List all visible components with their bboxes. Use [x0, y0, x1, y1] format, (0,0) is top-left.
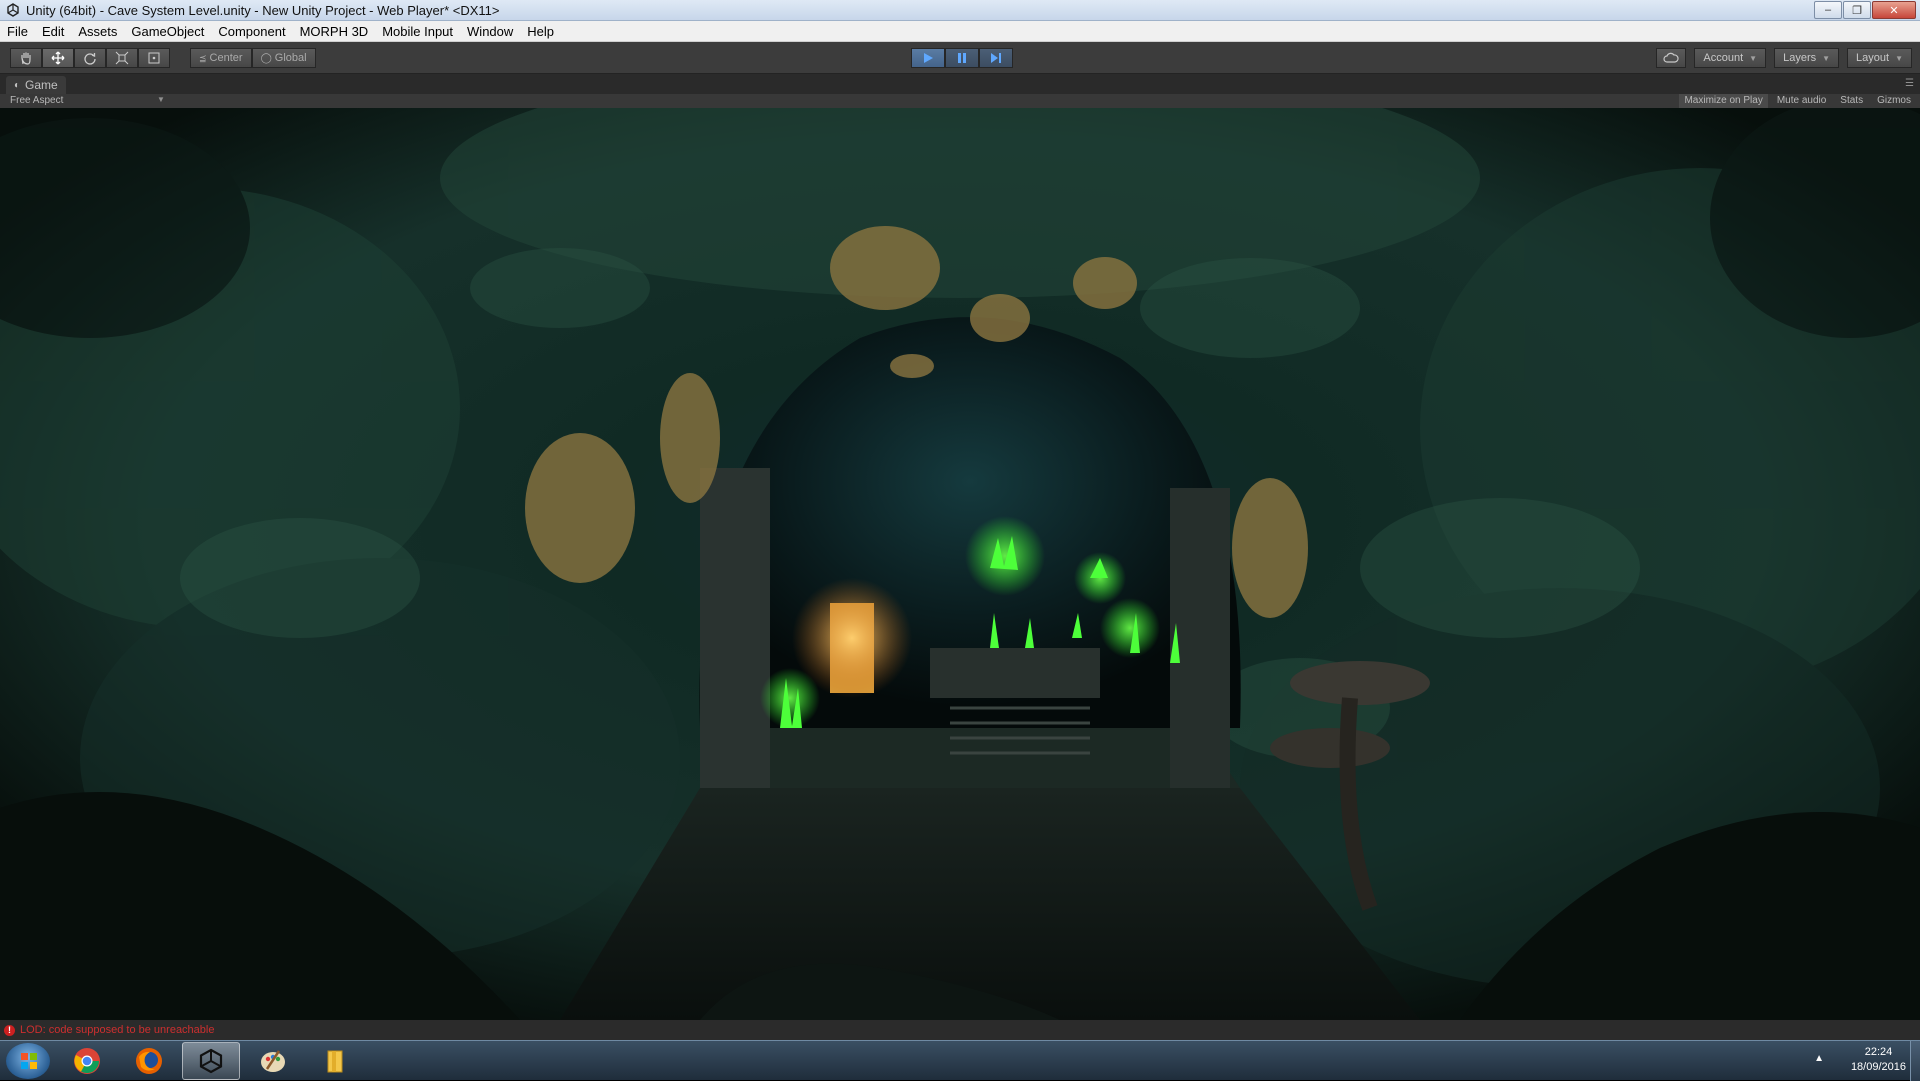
- game-view-toolbar: Free Aspect ▼ Maximize on Play Mute audi…: [0, 94, 1920, 108]
- menu-assets[interactable]: Assets: [71, 21, 124, 42]
- layout-label: Layout: [1856, 52, 1890, 64]
- window-title-bar: Unity (64bit) - Cave System Level.unity …: [0, 0, 1920, 21]
- step-icon: [991, 53, 1001, 63]
- unity-icon: [199, 1048, 223, 1074]
- rotate-tool-button[interactable]: [74, 48, 106, 68]
- dropdown-arrow-icon: ▼: [157, 95, 165, 104]
- taskbar-unity[interactable]: [182, 1042, 240, 1080]
- close-button[interactable]: ✕: [1872, 1, 1916, 19]
- game-viewport[interactable]: [0, 108, 1920, 1020]
- folder-icon: [327, 1050, 343, 1073]
- collab-button[interactable]: [1656, 48, 1687, 68]
- game-tab-bar: ◐ Game ☰: [0, 74, 1920, 94]
- start-button[interactable]: [6, 1043, 50, 1079]
- system-clock[interactable]: 22:24 18/09/2016: [1851, 1045, 1906, 1075]
- step-button[interactable]: [979, 48, 1013, 68]
- rect-transform-icon: [148, 52, 160, 64]
- clock-date: 18/09/2016: [1850, 1061, 1906, 1073]
- console-error-message[interactable]: LOD: code supposed to be unreachable: [20, 1024, 214, 1036]
- unity-logo-icon: [7, 3, 19, 17]
- tab-menu-icon[interactable]: ☰: [1905, 78, 1914, 89]
- menu-bar: File Edit Assets GameObject Component MO…: [0, 21, 1920, 42]
- pause-button[interactable]: [945, 48, 979, 68]
- menu-gameobject[interactable]: GameObject: [124, 21, 211, 42]
- error-icon: !: [4, 1024, 15, 1036]
- minimize-button[interactable]: –: [1814, 1, 1842, 19]
- menu-edit[interactable]: Edit: [35, 21, 71, 42]
- window-controls: – ❐ ✕: [1813, 1, 1916, 19]
- taskbar-explorer[interactable]: [306, 1042, 364, 1080]
- taskbar-chrome[interactable]: [58, 1042, 116, 1080]
- layout-dropdown[interactable]: Layout ▼: [1847, 48, 1912, 68]
- hand-icon: [21, 52, 31, 65]
- play-button[interactable]: [911, 48, 945, 68]
- move-arrows-icon: [51, 51, 65, 65]
- tray-expand-icon[interactable]: ▲: [1814, 1053, 1824, 1064]
- pivot-center-toggle[interactable]: ⪳ Center: [190, 48, 252, 68]
- maximize-on-play-toggle[interactable]: Maximize on Play: [1679, 94, 1768, 108]
- taskbar-paint[interactable]: [244, 1042, 302, 1080]
- menu-window[interactable]: Window: [460, 21, 520, 42]
- scale-icon: [115, 51, 129, 65]
- menu-mobile-input[interactable]: Mobile Input: [375, 21, 460, 42]
- move-tool-button[interactable]: [42, 48, 74, 68]
- chrome-icon: [74, 1048, 100, 1074]
- game-view-options: Maximize on Play Mute audio Stats Gizmos: [1679, 94, 1916, 108]
- dropdown-arrow-icon: ▼: [1822, 53, 1831, 63]
- rotate-icon: [84, 53, 96, 65]
- pivot-global-label: Global: [274, 52, 307, 64]
- tab-game[interactable]: ◐ Game: [6, 76, 66, 94]
- window-title: Unity (64bit) - Cave System Level.unity …: [26, 2, 500, 18]
- play-controls: [911, 48, 1013, 68]
- stats-toggle[interactable]: Stats: [1835, 94, 1868, 108]
- cave-scene-image: [0, 108, 1920, 1020]
- pivot-global-toggle[interactable]: ◯ Global: [251, 48, 316, 68]
- firefox-icon: [136, 1048, 162, 1074]
- layers-label: Layers: [1783, 52, 1817, 64]
- dropdown-arrow-icon: ▼: [1749, 53, 1758, 63]
- globe-icon: ◯: [260, 52, 272, 64]
- account-dropdown[interactable]: Account ▼: [1694, 48, 1767, 68]
- windows-logo-icon: [21, 1053, 37, 1069]
- gizmos-dropdown[interactable]: Gizmos: [1872, 94, 1916, 108]
- menu-help[interactable]: Help: [520, 21, 561, 42]
- play-icon: [924, 53, 933, 63]
- taskbar-firefox[interactable]: [120, 1042, 178, 1080]
- mute-audio-toggle[interactable]: Mute audio: [1772, 94, 1831, 108]
- pivot-center-icon: ⪳: [199, 52, 207, 63]
- game-tab-label: Game: [25, 78, 58, 92]
- menu-morph3d[interactable]: MORPH 3D: [293, 21, 376, 42]
- show-desktop-button[interactable]: [1910, 1041, 1920, 1081]
- restore-button[interactable]: ❐: [1843, 1, 1871, 19]
- game-controller-icon: ◐: [14, 79, 21, 91]
- menu-component[interactable]: Component: [211, 21, 292, 42]
- pivot-toggles: ⪳ Center ◯ Global: [190, 48, 316, 68]
- rect-tool-button[interactable]: [138, 48, 170, 68]
- toolbar-right: Account ▼ Layers ▼ Layout ▼: [1656, 48, 1912, 68]
- clock-time: 22:24: [1864, 1046, 1893, 1058]
- windows-taskbar: ▲ 22:24 18/09/2016: [0, 1040, 1920, 1081]
- layers-dropdown[interactable]: Layers ▼: [1774, 48, 1840, 68]
- editor-toolbar: ⪳ Center ◯ Global Account ▼ Layers ▼ Lay…: [0, 42, 1920, 74]
- account-label: Account: [1703, 52, 1744, 64]
- paint-palette-icon: [261, 1050, 285, 1072]
- pause-icon: [958, 53, 966, 63]
- aspect-dropdown[interactable]: Free Aspect: [10, 95, 63, 106]
- pivot-center-label: Center: [209, 52, 243, 64]
- transform-tools: [10, 48, 170, 68]
- hand-tool-button[interactable]: [10, 48, 42, 68]
- console-status-bar[interactable]: ! LOD: code supposed to be unreachable: [0, 1020, 1920, 1040]
- cloud-icon: [1663, 52, 1680, 63]
- dropdown-arrow-icon: ▼: [1895, 53, 1903, 63]
- menu-file[interactable]: File: [0, 21, 35, 42]
- scale-tool-button[interactable]: [106, 48, 138, 68]
